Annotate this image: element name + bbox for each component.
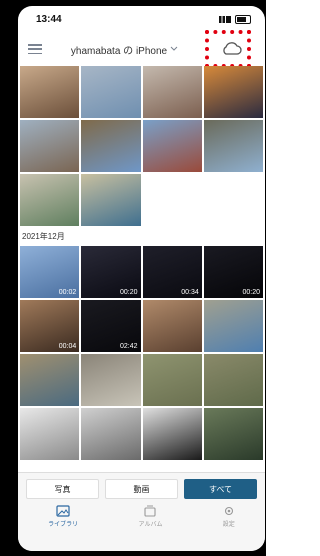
photo-thumbnail[interactable]: 02:42 xyxy=(81,300,141,352)
photo-grid-top xyxy=(18,66,265,226)
media-filter: 写真 動画 すべて xyxy=(18,473,265,499)
device-frame: 13:44 yhamabata の iPhone 2021年12月 00:02 … xyxy=(0,0,266,556)
photo-thumbnail[interactable] xyxy=(81,354,141,406)
video-duration: 00:20 xyxy=(242,289,260,296)
tab-bar: ライブラリ アルバム 設定 xyxy=(18,499,265,528)
photo-thumbnail[interactable]: 00:02 xyxy=(20,246,80,298)
bottom-bar: 写真 動画 すべて ライブラリ アルバム 設定 xyxy=(18,472,265,551)
photo-thumbnail[interactable] xyxy=(203,300,263,352)
photo-thumbnail[interactable] xyxy=(20,354,80,406)
section-header-month: 2021年12月 xyxy=(22,232,65,241)
photo-thumbnail[interactable] xyxy=(142,408,202,460)
tab-settings-label: 設定 xyxy=(222,522,235,528)
segment-videos[interactable]: 動画 xyxy=(105,479,178,499)
photo-thumbnail[interactable] xyxy=(81,408,141,460)
photo-thumbnail[interactable] xyxy=(20,408,80,460)
photo-grid-december: 00:02 00:20 00:34 00:20 00:04 02:42 xyxy=(18,246,265,460)
segment-all[interactable]: すべて xyxy=(184,479,257,499)
photo-thumbnail[interactable] xyxy=(203,354,263,406)
app-screen: 13:44 yhamabata の iPhone 2021年12月 00:02 … xyxy=(18,6,265,551)
tab-settings[interactable]: 設定 xyxy=(223,505,235,528)
status-bar: 13:44 xyxy=(18,6,265,32)
video-duration: 00:02 xyxy=(58,289,77,296)
tab-library[interactable]: ライブラリ xyxy=(48,505,78,528)
status-icons xyxy=(219,14,251,24)
photo-thumbnail[interactable] xyxy=(20,66,80,118)
photo-thumbnail[interactable] xyxy=(142,300,202,352)
status-time: 13:44 xyxy=(36,13,62,25)
library-icon xyxy=(56,505,70,517)
tab-album-label: アルバム xyxy=(138,522,163,528)
signal-icon xyxy=(219,15,231,23)
cloud-button[interactable] xyxy=(204,30,255,68)
menu-icon[interactable] xyxy=(28,44,42,54)
gear-icon xyxy=(224,506,233,516)
battery-icon xyxy=(235,14,251,24)
video-duration: 00:04 xyxy=(58,343,77,350)
photo-thumbnail[interactable]: 00:04 xyxy=(20,300,80,352)
video-duration: 00:20 xyxy=(119,289,138,296)
photo-thumbnail[interactable] xyxy=(203,408,263,460)
photo-thumbnail[interactable]: 00:20 xyxy=(203,246,263,298)
photo-thumbnail[interactable] xyxy=(203,66,263,118)
photo-thumbnail[interactable] xyxy=(81,120,141,172)
tab-album[interactable]: アルバム xyxy=(138,505,163,528)
photo-thumbnail[interactable] xyxy=(142,354,202,406)
video-duration: 02:42 xyxy=(119,343,138,350)
photo-thumbnail[interactable] xyxy=(203,120,263,172)
photo-thumbnail[interactable] xyxy=(81,174,141,226)
tab-library-label: ライブラリ xyxy=(48,522,79,528)
album-icon xyxy=(144,505,157,517)
video-duration: 00:34 xyxy=(181,289,199,296)
photo-thumbnail[interactable] xyxy=(20,120,80,172)
device-selector[interactable]: yhamabata の iPhone xyxy=(71,42,178,57)
device-title: yhamabata の iPhone xyxy=(70,45,168,57)
photo-thumbnail[interactable] xyxy=(20,174,80,226)
photo-thumbnail[interactable]: 00:34 xyxy=(142,246,202,298)
segment-photos[interactable]: 写真 xyxy=(26,479,99,499)
photo-thumbnail[interactable] xyxy=(142,66,202,118)
highlight-box xyxy=(204,30,251,68)
photo-thumbnail[interactable]: 00:20 xyxy=(81,246,141,298)
photo-thumbnail[interactable] xyxy=(81,66,141,118)
photo-thumbnail[interactable] xyxy=(142,120,202,172)
nav-bar: yhamabata の iPhone xyxy=(18,30,265,68)
chevron-down-icon xyxy=(170,46,178,51)
